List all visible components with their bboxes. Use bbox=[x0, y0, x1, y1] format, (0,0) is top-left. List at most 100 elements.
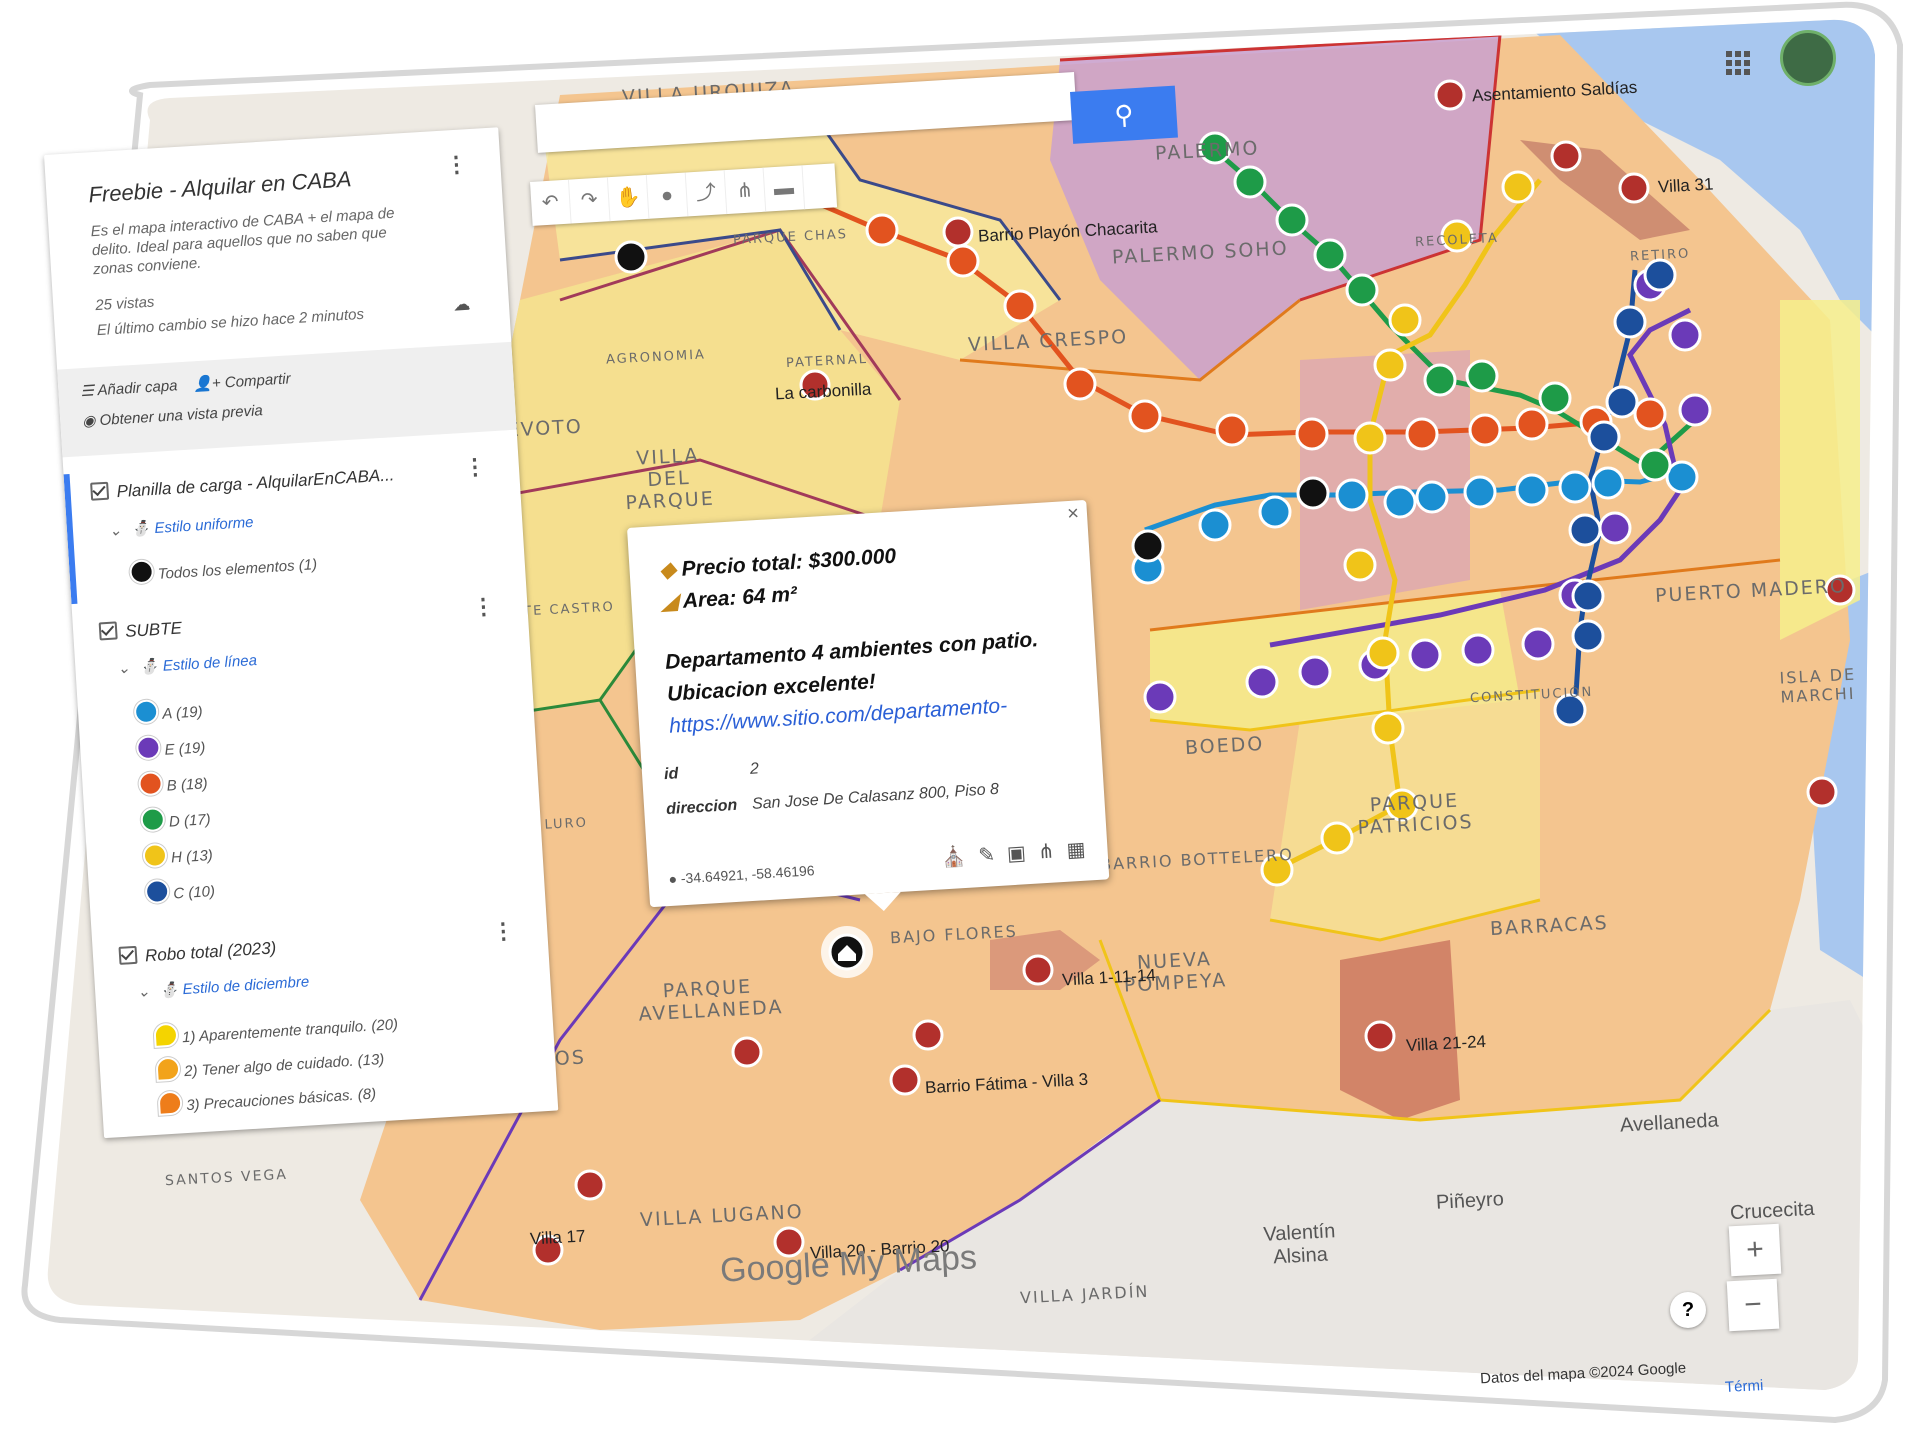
layer-item[interactable]: 1) Aparentemente tranquilo. (20) bbox=[153, 1009, 399, 1048]
close-icon[interactable]: × bbox=[1067, 502, 1080, 526]
chevron-down-icon: ⌄ bbox=[108, 521, 123, 540]
more-options-icon[interactable]: ⋮ bbox=[445, 151, 469, 178]
subway-icon bbox=[144, 878, 170, 905]
zoom-in-button[interactable]: + bbox=[1728, 1223, 1782, 1277]
pin-icon bbox=[153, 1022, 179, 1048]
preview-button[interactable]: ◉ Obtener una vista previa bbox=[82, 401, 263, 430]
layer-item[interactable]: H (13) bbox=[142, 840, 213, 869]
neighborhood-label: VILLA DEL PARQUE bbox=[624, 444, 716, 515]
subway-icon bbox=[133, 699, 159, 725]
redo-icon[interactable]: ↷ bbox=[568, 177, 611, 224]
paint-roller-icon: ⛄ bbox=[159, 981, 184, 1000]
area-text: ◢ Area: 64 m² bbox=[660, 582, 798, 615]
user-avatar[interactable] bbox=[1780, 30, 1836, 86]
layer-item[interactable]: E (19) bbox=[135, 732, 206, 761]
settlement-label: Villa 31 bbox=[1657, 174, 1714, 197]
layer-item[interactable]: 3) Precauciones básicas. (8) bbox=[157, 1079, 377, 1116]
layer-item[interactable]: C (10) bbox=[144, 876, 215, 905]
layer-options-icon[interactable]: ⋮ bbox=[472, 593, 496, 620]
map-side-panel: Freebie - Alquilar en CABA ⋮ Es el mapa … bbox=[44, 127, 559, 1139]
pin-icon bbox=[157, 1090, 183, 1116]
action-bar: ☰ Añadir capa 👤+ Compartir ◉ Obtener una… bbox=[57, 341, 517, 458]
edit-icon[interactable]: ✎ bbox=[978, 842, 996, 868]
layer-title[interactable]: Planilla de carga - AlquilarEnCABA... bbox=[90, 464, 395, 504]
layer-title[interactable]: Robo total (2023) bbox=[118, 937, 277, 968]
draw-line-icon[interactable]: ⤴ bbox=[685, 170, 728, 217]
view-count: 25 vistas bbox=[94, 293, 155, 315]
city-label: Crucecita bbox=[1729, 1197, 1815, 1225]
search-icon: ⚲ bbox=[1113, 99, 1135, 131]
subway-icon bbox=[142, 842, 168, 869]
id-key: id bbox=[663, 765, 679, 784]
neighborhood-label: BOEDO bbox=[1184, 732, 1265, 760]
cloud-sync-icon: ☁ bbox=[453, 296, 471, 315]
neighborhood-label: RETIRO bbox=[1629, 246, 1691, 265]
description-line-2: Ubicacion excelente! bbox=[666, 670, 877, 706]
coordinates: ● -34.64921, -58.46196 bbox=[668, 862, 815, 888]
description-line-1: Departamento 4 ambientes con patio. bbox=[664, 628, 1039, 674]
camera-icon[interactable]: ▣ bbox=[1006, 840, 1026, 866]
paint-bucket-icon[interactable]: ⛪ bbox=[941, 844, 967, 870]
city-label: Valentín Alsina bbox=[1262, 1220, 1336, 1269]
id-value: 2 bbox=[749, 760, 760, 778]
neighborhood-label: PARQUE PATRICIOS bbox=[1357, 789, 1475, 840]
add-layer-button[interactable]: ☰ Añadir capa bbox=[80, 376, 178, 400]
subway-icon bbox=[137, 770, 164, 797]
preview-label: Obtener una vista previa bbox=[99, 402, 264, 430]
layer-style-link[interactable]: ⌄ ⛄ Estilo uniforme bbox=[109, 513, 254, 540]
address-value: San Jose De Calasanz 800, Piso 8 bbox=[751, 780, 1000, 813]
layer-options-icon[interactable]: ⋮ bbox=[491, 918, 515, 945]
settlement-villa-21-24 bbox=[1340, 940, 1460, 1120]
search-button[interactable]: ⚲ bbox=[1070, 85, 1178, 144]
paint-roller-icon: ⛄ bbox=[131, 519, 155, 539]
layer-options-icon[interactable]: ⋮ bbox=[463, 454, 487, 481]
address-key: direccion bbox=[665, 796, 738, 819]
add-layer-label: Añadir capa bbox=[97, 377, 178, 400]
layer-item[interactable]: Todos los elementos (1) bbox=[128, 549, 318, 585]
layer-checkbox[interactable] bbox=[118, 945, 138, 965]
layer-item[interactable]: A (19) bbox=[133, 696, 203, 725]
paint-roller-icon: ⛄ bbox=[139, 657, 164, 677]
apps-grid-icon[interactable] bbox=[1725, 50, 1751, 76]
directions-icon[interactable]: ⋔ bbox=[1037, 839, 1055, 865]
neighborhood-label: ISLA DE MARCHI bbox=[1779, 664, 1857, 707]
device-frame: VILLA URQUIZA PALERMO PALERMO SOHO PARQU… bbox=[0, 0, 1920, 1425]
price-text: ◆ Precio total: $300.000 bbox=[658, 544, 897, 583]
share-button[interactable]: 👤+ Compartir bbox=[193, 369, 291, 393]
hand-icon[interactable]: ✋ bbox=[607, 174, 650, 222]
layers-icon: ☰ bbox=[80, 382, 99, 401]
layer-title[interactable]: SUBTE bbox=[98, 617, 183, 643]
home-icon bbox=[128, 559, 155, 585]
directions-icon[interactable]: ⋔ bbox=[724, 167, 767, 215]
layer-style-link[interactable]: ⌄ ⛄ Estilo de diciembre bbox=[137, 972, 310, 1000]
layer-item[interactable]: B (18) bbox=[137, 768, 208, 797]
zoom-out-button[interactable]: − bbox=[1726, 1278, 1780, 1332]
undo-icon[interactable]: ↶ bbox=[530, 179, 572, 226]
subway-icon bbox=[140, 806, 166, 833]
subway-icon bbox=[135, 735, 162, 761]
triangle-ruler-icon: ◢ bbox=[660, 589, 684, 615]
help-button[interactable]: ? bbox=[1670, 1292, 1706, 1328]
layer-checkbox[interactable] bbox=[98, 621, 118, 641]
price-tag-icon: ◆ bbox=[658, 557, 683, 583]
share-label: Compartir bbox=[224, 370, 292, 392]
add-person-icon: 👤+ bbox=[192, 374, 226, 394]
layer-item[interactable]: 2) Tener algo de cuidado. (13) bbox=[155, 1044, 385, 1082]
info-popup: × ◆ Precio total: $300.000 ◢ Area: 64 m²… bbox=[627, 499, 1110, 908]
layer-style-link[interactable]: ⌄ ⛄ Estilo de línea bbox=[116, 651, 257, 678]
neighborhood-label: PARQUE AVELLANEDA bbox=[638, 975, 784, 1026]
delete-icon[interactable]: ▦ bbox=[1066, 837, 1086, 863]
map-title[interactable]: Freebie - Alquilar en CABA bbox=[88, 166, 352, 208]
marker-icon[interactable]: ● bbox=[646, 172, 689, 219]
city-label: Piñeyro bbox=[1435, 1188, 1505, 1214]
pin-icon bbox=[155, 1056, 181, 1082]
terms-link[interactable]: Térmi bbox=[1725, 1377, 1764, 1396]
popup-actions: ⛪ ✎ ▣ ⋔ ▦ bbox=[941, 837, 1087, 871]
ruler-icon[interactable]: ▬ bbox=[763, 165, 806, 212]
layer-item[interactable]: D (17) bbox=[140, 804, 211, 833]
layer-checkbox[interactable] bbox=[90, 481, 110, 501]
chevron-down-icon: ⌄ bbox=[136, 983, 151, 1001]
map-description: Es el mapa interactivo de CABA + el mapa… bbox=[90, 204, 395, 279]
chevron-down-icon: ⌄ bbox=[116, 659, 131, 678]
settlement-label: Villa 17 bbox=[529, 1226, 586, 1249]
